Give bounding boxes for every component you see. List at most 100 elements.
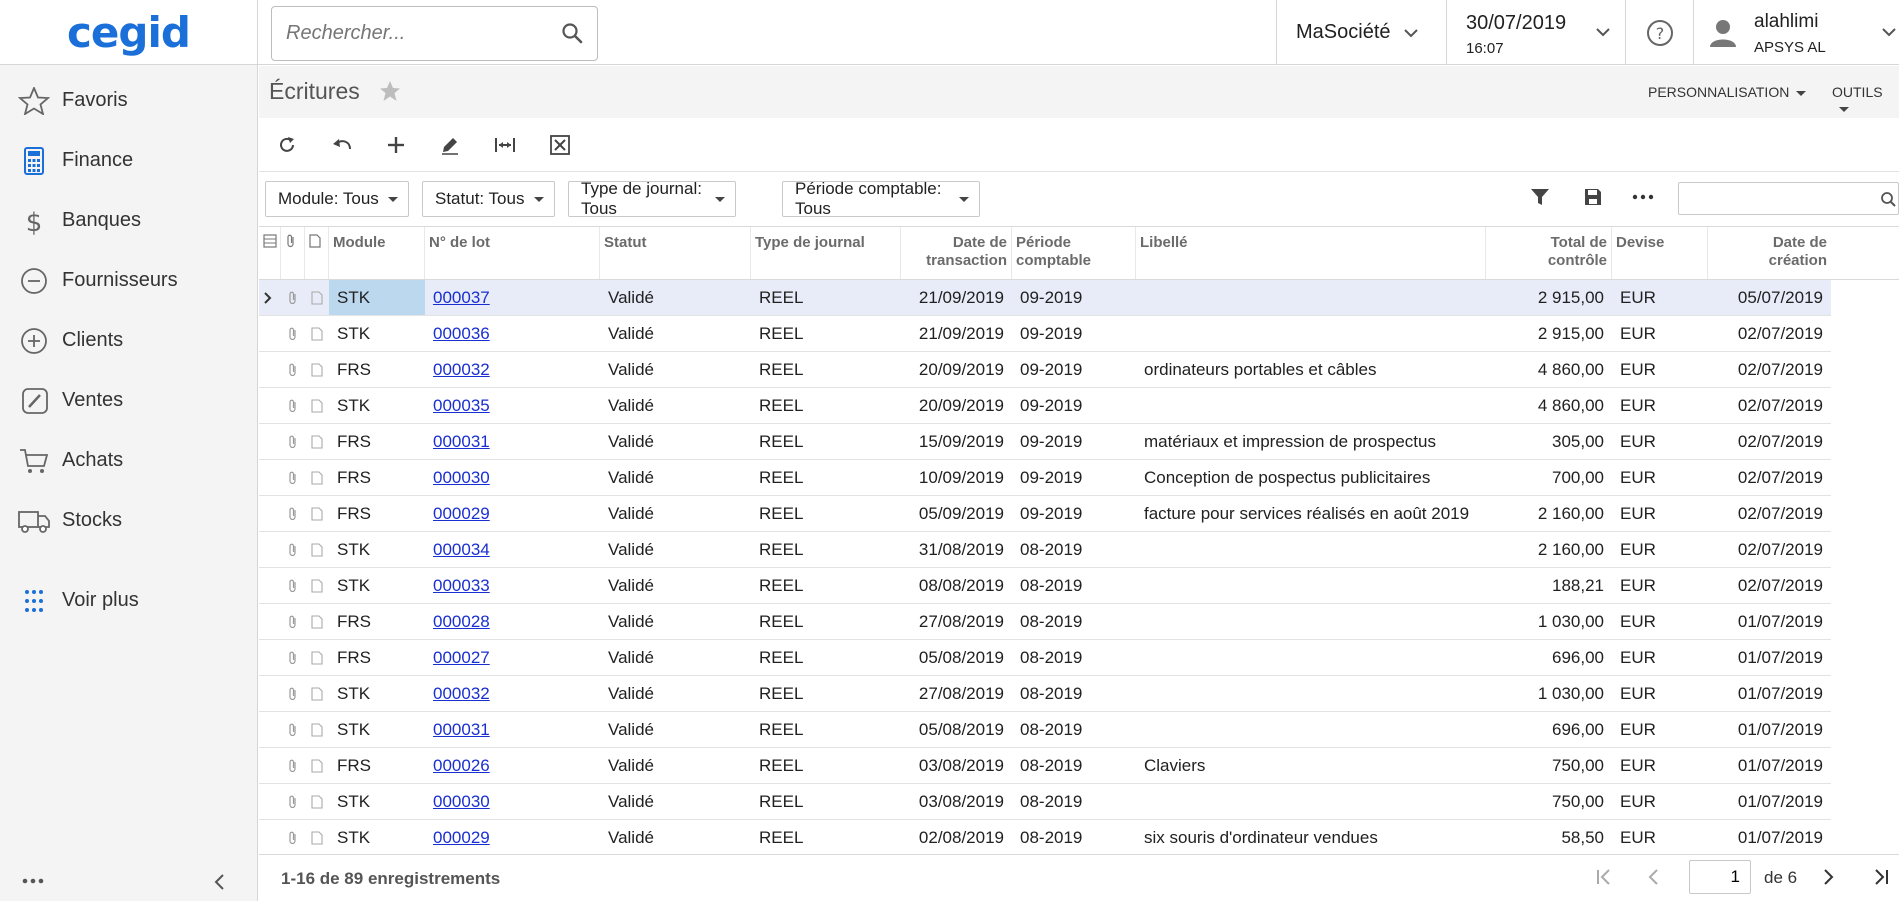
note-icon[interactable] (311, 795, 323, 809)
export-excel-button[interactable] (547, 132, 573, 158)
cell-module[interactable]: STK (329, 712, 425, 747)
favorite-star-icon[interactable] (379, 80, 401, 102)
paperclip-icon[interactable] (287, 363, 299, 377)
cell-module[interactable]: FRS (329, 424, 425, 459)
cell-module[interactable]: STK (329, 784, 425, 819)
search-icon[interactable] (561, 22, 583, 44)
cell-module[interactable]: STK (329, 388, 425, 423)
lot-link[interactable]: 000029 (433, 828, 490, 847)
col-attachment-header[interactable] (281, 227, 305, 279)
paperclip-icon[interactable] (287, 795, 299, 809)
paperclip-icon[interactable] (287, 435, 299, 449)
cell-module[interactable]: STK (329, 532, 425, 567)
lot-link[interactable]: 000035 (433, 396, 490, 415)
note-icon[interactable] (311, 327, 323, 341)
lot-link[interactable]: 000027 (433, 648, 490, 667)
filter-module[interactable]: Module: Tous (265, 181, 409, 217)
business-date-selector[interactable]: 30/07/2019 16:07 (1446, 0, 1625, 65)
table-row[interactable]: STK 000037 Validé REEL 21/09/2019 09-2019 2 91… (259, 280, 1831, 316)
add-button[interactable] (383, 132, 409, 158)
filter-icon[interactable] (1530, 187, 1550, 207)
company-selector[interactable]: MaSociété (1276, 0, 1446, 65)
sidebar-item-ventes[interactable]: Ventes (0, 375, 258, 425)
col-select-header[interactable] (259, 227, 281, 279)
lot-link[interactable]: 000029 (433, 504, 490, 523)
lot-link[interactable]: 000026 (433, 756, 490, 775)
lot-link[interactable]: 000030 (433, 792, 490, 811)
lot-link[interactable]: 000031 (433, 432, 490, 451)
lot-link[interactable]: 000032 (433, 360, 490, 379)
table-row[interactable]: FRS 000032 Validé REEL 20/09/2019 09-2019 ordi… (259, 352, 1831, 388)
cell-module[interactable]: STK (329, 568, 425, 603)
first-page-icon[interactable] (1595, 867, 1613, 887)
note-icon[interactable] (311, 291, 323, 305)
note-icon[interactable] (311, 651, 323, 665)
cell-module[interactable]: FRS (329, 604, 425, 639)
note-icon[interactable] (311, 759, 323, 773)
paperclip-icon[interactable] (287, 291, 299, 305)
sidebar-item-achats[interactable]: Achats (0, 435, 258, 485)
table-row[interactable]: FRS 000028 Validé REEL 27/08/2019 08-2019 1 03… (259, 604, 1831, 640)
col-periode[interactable]: Période comptable (1012, 227, 1136, 279)
edit-button[interactable] (437, 132, 463, 158)
col-devise[interactable]: Devise (1612, 227, 1708, 279)
user-menu[interactable]: alahlimi APSYS AL (1693, 0, 1899, 65)
cell-module[interactable]: STK (329, 280, 425, 315)
table-row[interactable]: FRS 000027 Validé REEL 05/08/2019 08-2019 696,… (259, 640, 1831, 676)
undo-button[interactable] (329, 132, 355, 158)
last-page-icon[interactable] (1872, 867, 1890, 887)
col-module[interactable]: Module (329, 227, 425, 279)
lot-link[interactable]: 000031 (433, 720, 490, 739)
paperclip-icon[interactable] (287, 579, 299, 593)
filter-statut[interactable]: Statut: Tous (422, 181, 555, 217)
col-date-creation[interactable]: Date de création (1708, 227, 1831, 279)
paperclip-icon[interactable] (287, 831, 299, 845)
page-number-input[interactable] (1689, 860, 1751, 894)
col-type-journal[interactable]: Type de journal (751, 227, 901, 279)
table-row[interactable]: FRS 000031 Validé REEL 15/09/2019 09-2019 maté… (259, 424, 1831, 460)
lot-link[interactable]: 000033 (433, 576, 490, 595)
paperclip-icon[interactable] (287, 615, 299, 629)
lot-link[interactable]: 000034 (433, 540, 490, 559)
paperclip-icon[interactable] (287, 687, 299, 701)
save-icon[interactable] (1583, 187, 1603, 207)
col-date-transaction[interactable]: Date de transaction (901, 227, 1012, 279)
paperclip-icon[interactable] (287, 507, 299, 521)
more-dots-icon[interactable] (22, 877, 44, 885)
note-icon[interactable] (311, 435, 323, 449)
cell-module[interactable]: FRS (329, 496, 425, 531)
col-lot[interactable]: N° de lot (425, 227, 600, 279)
sidebar-item-clients[interactable]: Clients (0, 315, 258, 365)
sidebar-item-finance[interactable]: Finance (0, 135, 258, 185)
grid-search-input[interactable] (1678, 182, 1899, 215)
note-icon[interactable] (311, 543, 323, 557)
note-icon[interactable] (311, 579, 323, 593)
table-row[interactable]: FRS 000026 Validé REEL 03/08/2019 08-2019 Clav… (259, 748, 1831, 784)
table-row[interactable]: STK 000032 Validé REEL 27/08/2019 08-2019 1 03… (259, 676, 1831, 712)
cell-module[interactable]: STK (329, 820, 425, 855)
lot-link[interactable]: 000030 (433, 468, 490, 487)
note-icon[interactable] (311, 399, 323, 413)
refresh-button[interactable] (274, 132, 300, 158)
note-icon[interactable] (311, 615, 323, 629)
table-row[interactable]: STK 000034 Validé REEL 31/08/2019 08-2019 2 16… (259, 532, 1831, 568)
next-page-icon[interactable] (1822, 867, 1836, 887)
more-options-icon[interactable] (1632, 193, 1654, 201)
paperclip-icon[interactable] (287, 759, 299, 773)
paperclip-icon[interactable] (287, 651, 299, 665)
note-icon[interactable] (311, 471, 323, 485)
note-icon[interactable] (311, 723, 323, 737)
table-row[interactable]: STK 000029 Validé REEL 02/08/2019 08-2019 six … (259, 820, 1831, 856)
lot-link[interactable]: 000036 (433, 324, 490, 343)
col-note-header[interactable] (305, 227, 329, 279)
note-icon[interactable] (311, 363, 323, 377)
filter-type-journal[interactable]: Type de journal: Tous (568, 179, 736, 218)
paperclip-icon[interactable] (287, 543, 299, 557)
search-box[interactable] (271, 6, 598, 61)
sidebar-item-banques[interactable]: $ Banques (0, 195, 258, 245)
fit-columns-button[interactable] (492, 132, 518, 158)
table-row[interactable]: STK 000033 Validé REEL 08/08/2019 08-2019 188,… (259, 568, 1831, 604)
cell-module[interactable]: STK (329, 316, 425, 351)
table-row[interactable]: STK 000031 Validé REEL 05/08/2019 08-2019 696,… (259, 712, 1831, 748)
note-icon[interactable] (311, 831, 323, 845)
